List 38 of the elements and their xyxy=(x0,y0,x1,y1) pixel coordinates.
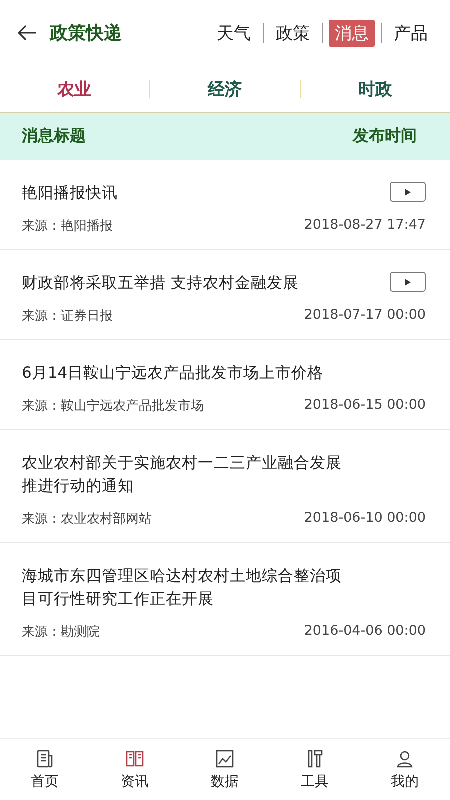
nav-tab[interactable]: 资讯 xyxy=(90,739,180,800)
news-title[interactable]: 海城市东四管理区哈达村农村土地综合整治项目可行性研究工作正在开展 xyxy=(22,565,357,611)
news-source: 来源：证券日报 xyxy=(22,308,113,325)
news-title[interactable]: 财政部将采取五举措 支持农村金融发展 xyxy=(22,272,357,295)
nav-tab[interactable]: 数据 xyxy=(180,739,270,800)
news-title[interactable]: 6月14日鞍山宁远农产品批发市场上市价格 xyxy=(22,362,357,385)
header-tab[interactable]: 政策 xyxy=(270,20,316,46)
play-button[interactable] xyxy=(390,182,426,202)
news-source: 来源：艳阳播报 xyxy=(22,218,113,235)
category-tab[interactable]: 农业 xyxy=(0,66,150,112)
news-title[interactable]: 艳阳播报快讯 xyxy=(22,182,357,205)
nav-tab[interactable]: 我的 xyxy=(360,739,450,800)
publish-time: 2016-04-06 00:00 xyxy=(304,623,426,641)
publish-time: 2018-06-10 00:00 xyxy=(304,510,426,528)
play-button[interactable] xyxy=(390,272,426,292)
publish-time: 2018-08-27 17:47 xyxy=(304,217,426,235)
header-tab[interactable]: 天气 xyxy=(211,20,257,46)
header-tab[interactable]: 消息 xyxy=(329,20,375,46)
user-icon xyxy=(395,748,415,768)
nav-tab[interactable]: 首页 xyxy=(0,739,90,800)
category-tab[interactable]: 经济 xyxy=(150,66,300,112)
column-title: 发布时间 xyxy=(353,126,417,147)
header-tab[interactable]: 产品 xyxy=(388,20,434,46)
play-icon xyxy=(405,278,411,286)
news-title[interactable]: 农业农村部关于实施农村一二三产业融合发展推进行动的通知 xyxy=(22,452,357,498)
newspaper-icon xyxy=(35,748,55,768)
nav-tab[interactable]: 工具 xyxy=(270,739,360,800)
book-icon xyxy=(125,748,145,768)
news-source: 来源：农业农村部网站 xyxy=(22,511,152,528)
publish-time: 2018-06-15 00:00 xyxy=(304,397,426,415)
play-icon xyxy=(405,188,411,196)
publish-time: 2018-07-17 00:00 xyxy=(304,307,426,325)
page-title: 政策快递 xyxy=(50,22,123,45)
news-source: 来源：鞍山宁远农产品批发市场 xyxy=(22,398,204,415)
chart-icon xyxy=(215,748,235,768)
news-source: 来源：勘测院 xyxy=(22,624,100,641)
column-title: 消息标题 xyxy=(22,126,86,147)
category-tab[interactable]: 时政 xyxy=(300,66,450,112)
